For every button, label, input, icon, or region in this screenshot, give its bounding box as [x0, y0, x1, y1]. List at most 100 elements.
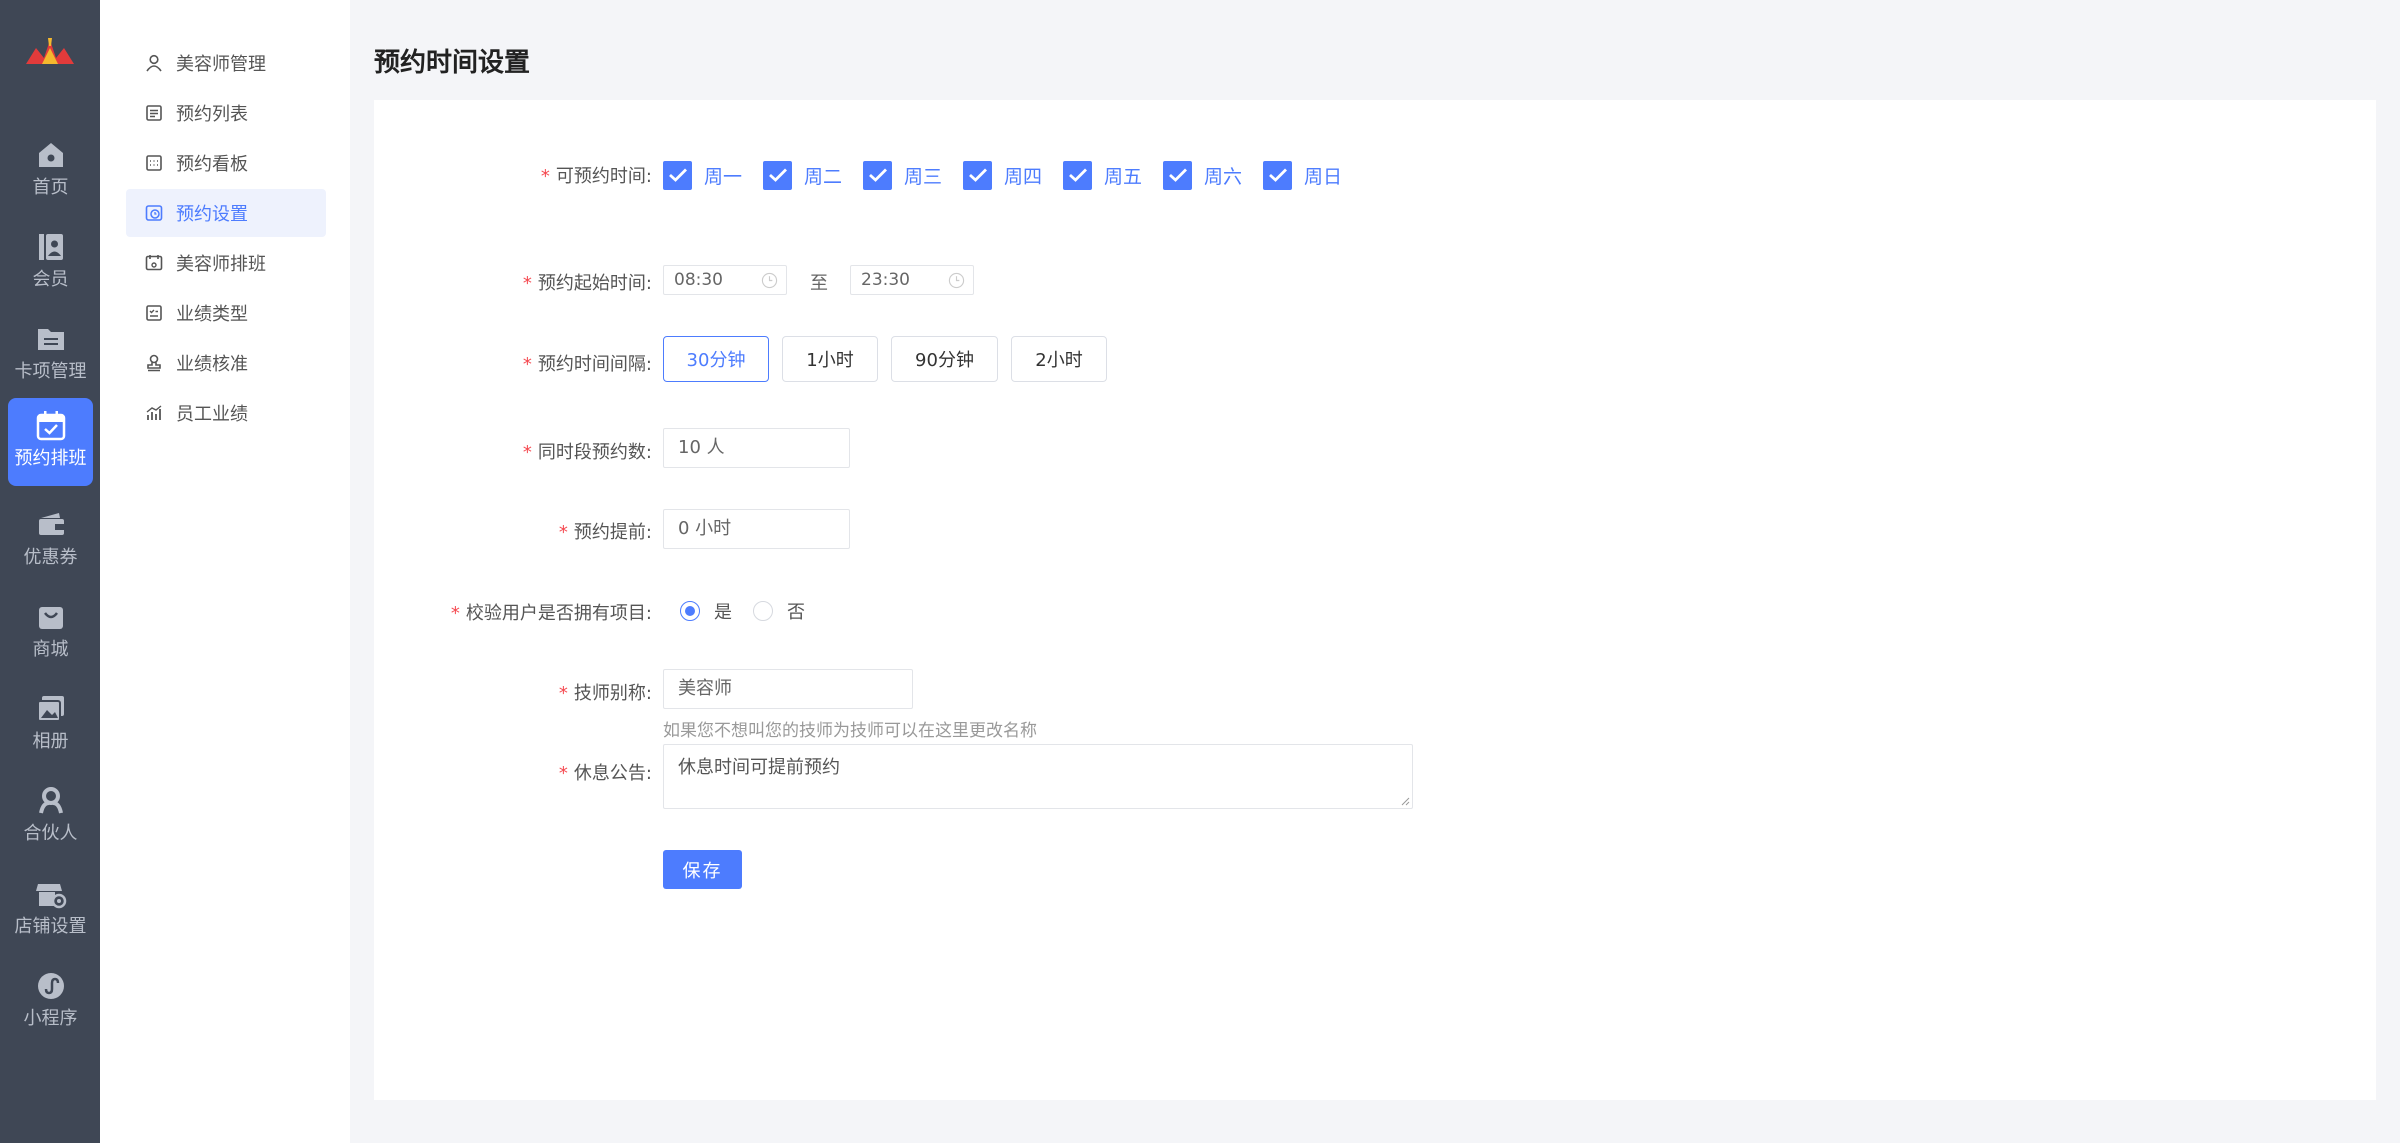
page-title: 预约时间设置: [374, 48, 531, 78]
sub-item-performance-type[interactable]: 业绩类型: [126, 289, 326, 337]
sub-menu: 美容师管理 预约列表 预约看板 预约设置 美容师排班 业绩类型 业绩核准 员工业…: [100, 0, 350, 1143]
rail-item-store-settings[interactable]: 店铺设置: [8, 866, 93, 954]
rail-label: 首页: [32, 177, 69, 198]
checkbox-check-icon: [863, 160, 892, 190]
start-time-picker[interactable]: 08:30: [663, 265, 787, 295]
save-button[interactable]: 保存: [663, 850, 742, 889]
checkbox-check-icon: [1063, 160, 1092, 190]
verify-label: * 校验用户是否拥有项目:: [450, 603, 652, 624]
interval-option-2h[interactable]: 2小时: [1011, 336, 1107, 382]
list-icon: [146, 105, 162, 121]
day-checkbox-fri[interactable]: 周五: [1063, 160, 1142, 190]
rail-label: 小程序: [23, 1008, 78, 1029]
sub-item-booking-list[interactable]: 预约列表: [126, 89, 326, 137]
verify-radio-no[interactable]: 否: [753, 598, 805, 624]
mini-program-icon: [37, 973, 64, 999]
clock-icon: [761, 272, 778, 289]
rail-item-card-management[interactable]: 卡项管理: [8, 311, 93, 399]
brand-logo[interactable]: [22, 34, 78, 74]
day-checkbox-sat[interactable]: 周六: [1163, 160, 1242, 190]
sub-item-booking-board[interactable]: 预约看板: [126, 139, 326, 187]
shopping-bag-icon: [38, 607, 63, 629]
sub-item-label: 业绩类型: [176, 304, 248, 325]
sub-item-staff-performance[interactable]: 员工业绩: [126, 389, 326, 437]
sub-item-performance-approval[interactable]: 业绩核准: [126, 339, 326, 387]
advance-label: * 预约提前:: [558, 522, 652, 543]
advance-input[interactable]: 0 小时: [663, 509, 850, 549]
day-checkbox-mon[interactable]: 周一: [663, 160, 742, 190]
rail-label: 相册: [32, 731, 69, 752]
sub-item-label: 预约设置: [176, 204, 248, 225]
day-checkbox-thu[interactable]: 周四: [963, 160, 1042, 190]
days-label: * 可预约时间:: [540, 166, 652, 187]
alias-input[interactable]: 美容师: [663, 669, 913, 709]
radio-dot-icon: [680, 601, 700, 621]
sub-item-booking-settings[interactable]: 预约设置: [126, 189, 326, 237]
day-checkbox-tue[interactable]: 周二: [763, 160, 842, 190]
rail-label: 优惠券: [23, 547, 78, 568]
sub-item-label: 预约列表: [176, 104, 248, 125]
rail-label: 店铺设置: [14, 916, 87, 937]
sub-item-label: 预约看板: [176, 154, 248, 175]
member-card-icon: [38, 234, 63, 260]
required-mark: *: [540, 166, 550, 187]
calendar-check-icon: [36, 411, 65, 441]
schedule-icon: [145, 255, 163, 271]
alias-label: * 技师别称:: [558, 683, 652, 704]
stamp-icon: [147, 354, 161, 372]
interval-option-1h[interactable]: 1小时: [782, 336, 878, 382]
settings-card: [374, 100, 2376, 1100]
checkbox-check-icon: [763, 160, 792, 190]
user-icon: [146, 54, 162, 72]
sub-item-label: 美容师排班: [176, 254, 266, 275]
interval-option-30min[interactable]: 30分钟: [663, 336, 769, 382]
end-time-picker[interactable]: 23:30: [850, 265, 974, 295]
interval-option-90min[interactable]: 90分钟: [891, 336, 998, 382]
rail-item-partner[interactable]: 合伙人: [8, 773, 93, 861]
sub-item-label: 员工业绩: [176, 404, 248, 425]
checkbox-check-icon: [663, 160, 692, 190]
rail-item-home[interactable]: 首页: [8, 127, 93, 215]
concurrent-label: * 同时段预约数:: [522, 442, 652, 463]
type-list-icon: [146, 305, 162, 321]
checkbox-check-icon: [963, 160, 992, 190]
rail-item-mini-program[interactable]: 小程序: [8, 958, 93, 1046]
radio-dot-icon: [753, 601, 773, 621]
verify-radio-yes[interactable]: 是: [680, 598, 732, 624]
notice-textarea[interactable]: 休息时间可提前预约: [663, 744, 1413, 809]
home-icon: [38, 143, 63, 167]
rail-label: 会员: [32, 269, 69, 290]
bar-chart-icon: [146, 405, 162, 420]
wallet-icon: [38, 513, 64, 535]
rail-item-coupon[interactable]: 优惠券: [8, 497, 93, 585]
sub-item-beautician-schedule[interactable]: 美容师排班: [126, 239, 326, 287]
notice-label: * 休息公告:: [558, 763, 652, 784]
day-checkbox-wed[interactable]: 周三: [863, 160, 942, 190]
rail-item-member[interactable]: 会员: [8, 219, 93, 307]
concurrent-input[interactable]: 10 人: [663, 428, 850, 468]
range-separator: 至: [810, 273, 828, 294]
checkbox-check-icon: [1163, 160, 1192, 190]
day-checkbox-sun[interactable]: 周日: [1263, 160, 1342, 190]
rail-label: 预约排班: [14, 448, 87, 469]
start-time-label: * 预约起始时间:: [522, 273, 652, 294]
checkbox-check-icon: [1263, 160, 1292, 190]
partner-icon: [38, 787, 63, 814]
alias-hint: 如果您不想叫您的技师为技师可以在这里更改名称: [663, 721, 1037, 741]
rail-item-mall[interactable]: 商城: [8, 589, 93, 677]
board-icon: [146, 155, 162, 171]
album-icon: [36, 696, 64, 722]
sub-item-label: 美容师管理: [176, 54, 266, 75]
sub-item-beautician-management[interactable]: 美容师管理: [126, 39, 326, 87]
interval-label: * 预约时间间隔:: [522, 354, 652, 375]
clock-settings-icon: [145, 205, 163, 221]
folder-icon: [37, 329, 64, 350]
rail-item-album[interactable]: 相册: [8, 681, 93, 769]
rail-label: 卡项管理: [14, 361, 87, 382]
store-settings-icon: [35, 884, 66, 909]
app-rail: 首页 会员 卡项管理 预约排班 优惠券 商城 相册 合伙人 店铺设置 小程序: [0, 0, 100, 1143]
rail-item-booking-schedule[interactable]: 预约排班: [8, 398, 93, 486]
resize-handle-icon[interactable]: [1400, 796, 1410, 806]
clock-icon: [948, 272, 965, 289]
rail-label: 合伙人: [23, 823, 78, 844]
